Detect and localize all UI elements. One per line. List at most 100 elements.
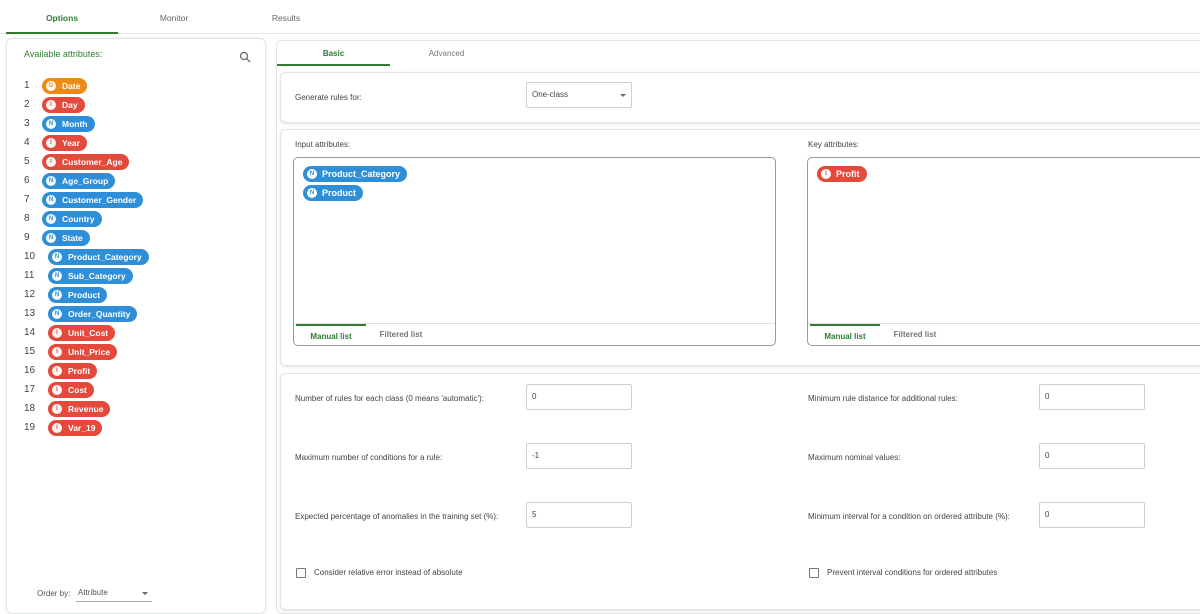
attribute-number: 12 bbox=[24, 289, 36, 300]
tab-results[interactable]: Results bbox=[230, 0, 342, 34]
attribute-pill[interactable]: N Sub_Category bbox=[48, 268, 133, 284]
available-attributes-title: Available attributes: bbox=[24, 49, 103, 59]
attribute-name: Customer_Gender bbox=[62, 195, 137, 205]
attribute-number: 6 bbox=[24, 175, 30, 186]
attribute-pill[interactable]: N Customer_Gender bbox=[42, 192, 144, 208]
attribute-row[interactable]: 3 N Month bbox=[7, 116, 257, 135]
type-badge-icon: N bbox=[46, 119, 56, 129]
attribute-name: Day bbox=[62, 100, 78, 110]
attribute-number: 1 bbox=[24, 80, 30, 91]
settings-panel: Basic Advanced Generate rules for: One-c… bbox=[276, 40, 1200, 614]
type-badge-icon: N bbox=[46, 195, 56, 205]
attribute-pill[interactable]: I Profit bbox=[48, 363, 98, 379]
key-attributes-list[interactable]: I Profit Manual list Filtered list bbox=[807, 157, 1200, 346]
attribute-row[interactable]: 17 I Cost bbox=[7, 382, 257, 401]
key-attributes-label: Key attributes: bbox=[808, 140, 860, 149]
min-rule-distance-input[interactable]: 0 bbox=[1039, 384, 1145, 410]
attribute-number: 13 bbox=[24, 308, 36, 319]
attribute-pill[interactable]: I Year bbox=[42, 135, 87, 151]
rules-per-class-input[interactable]: 0 bbox=[526, 384, 632, 410]
attribute-row[interactable]: 16 I Profit bbox=[7, 363, 257, 382]
order-by-label: Order by: bbox=[37, 589, 71, 598]
attribute-pill[interactable]: I Cost bbox=[48, 382, 94, 398]
attribute-row[interactable]: 13 N Order_Quantity bbox=[7, 306, 257, 325]
attribute-number: 8 bbox=[24, 213, 30, 224]
expected-anomalies-label: Expected percentage of anomalies in the … bbox=[295, 512, 499, 521]
expected-anomalies-input[interactable]: 5 bbox=[526, 502, 632, 528]
attribute-row[interactable]: 10 N Product_Category bbox=[7, 249, 257, 268]
search-icon[interactable] bbox=[239, 51, 251, 63]
min-interval-input[interactable]: 0 bbox=[1039, 502, 1145, 528]
tab-manual-list[interactable]: Manual list bbox=[296, 324, 366, 346]
type-badge-icon: I bbox=[46, 157, 56, 167]
nominal-type-icon: N bbox=[307, 188, 317, 198]
attribute-pill[interactable]: I Unit_Cost bbox=[48, 325, 116, 341]
relative-error-checkbox[interactable] bbox=[296, 568, 306, 578]
attribute-row[interactable]: 14 I Unit_Cost bbox=[7, 325, 257, 344]
type-badge-icon: I bbox=[52, 404, 62, 414]
attribute-name: Year bbox=[62, 138, 80, 148]
attribute-name: Age_Group bbox=[62, 176, 109, 186]
input-attr-pill[interactable]: N Product_Category bbox=[303, 166, 408, 182]
order-by-value: Attribute bbox=[78, 588, 108, 597]
attribute-pill[interactable]: I Revenue bbox=[48, 401, 111, 417]
attribute-pill[interactable]: N Country bbox=[42, 211, 102, 227]
max-nominal-input[interactable]: 0 bbox=[1039, 443, 1145, 469]
attribute-pill[interactable]: I Unit_Price bbox=[48, 344, 118, 360]
tab-options[interactable]: Options bbox=[6, 0, 118, 34]
attribute-name: Country bbox=[62, 214, 95, 224]
max-conditions-input[interactable]: -1 bbox=[526, 443, 632, 469]
attribute-pill[interactable]: I Var_19 bbox=[48, 420, 103, 436]
attribute-row[interactable]: 11 N Sub_Category bbox=[7, 268, 257, 287]
chevron-down-icon bbox=[142, 592, 148, 595]
attribute-pill[interactable]: N State bbox=[42, 230, 90, 246]
attribute-row[interactable]: 4 I Year bbox=[7, 135, 257, 154]
attribute-pill[interactable]: I Day bbox=[42, 97, 85, 113]
attribute-row[interactable]: 19 I Var_19 bbox=[7, 420, 257, 439]
tab-filtered-list[interactable]: Filtered list bbox=[366, 324, 436, 346]
attribute-pill[interactable]: N Order_Quantity bbox=[48, 306, 138, 322]
generate-rules-value: One-class bbox=[532, 90, 569, 99]
min-rule-distance-label: Minimum rule distance for additional rul… bbox=[808, 394, 958, 403]
tab-monitor[interactable]: Monitor bbox=[118, 0, 230, 34]
tab-advanced[interactable]: Advanced bbox=[390, 41, 503, 66]
attribute-number: 19 bbox=[24, 422, 36, 433]
type-badge-icon: N bbox=[46, 214, 56, 224]
prevent-interval-checkbox[interactable] bbox=[809, 568, 819, 578]
type-badge-icon: N bbox=[52, 309, 62, 319]
attribute-pill[interactable]: N Age_Group bbox=[42, 173, 116, 189]
attribute-pill[interactable]: N Product_Category bbox=[48, 249, 149, 265]
attribute-pill[interactable]: D Date bbox=[42, 78, 88, 94]
attribute-number: 17 bbox=[24, 384, 36, 395]
attribute-row[interactable]: 2 I Day bbox=[7, 97, 257, 116]
attribute-row[interactable]: 15 I Unit_Price bbox=[7, 344, 257, 363]
attribute-row[interactable]: 12 N Product bbox=[7, 287, 257, 306]
key-list-tabs: Manual list Filtered list bbox=[808, 323, 1200, 345]
attribute-pill[interactable]: N Product bbox=[48, 287, 108, 303]
input-list-tabs: Manual list Filtered list bbox=[294, 323, 775, 345]
input-attr-pill[interactable]: N Product bbox=[303, 185, 364, 201]
tab-filtered-list[interactable]: Filtered list bbox=[880, 324, 950, 346]
rules-per-class-label: Number of rules for each class (0 means … bbox=[295, 394, 484, 403]
key-attr-pill[interactable]: I Profit bbox=[817, 166, 867, 182]
attribute-row[interactable]: 8 N Country bbox=[7, 211, 257, 230]
attribute-pill[interactable]: N Month bbox=[42, 116, 95, 132]
attribute-name: Unit_Price bbox=[68, 347, 111, 357]
attribute-row[interactable]: 9 N State bbox=[7, 230, 257, 249]
attribute-row[interactable]: 1 D Date bbox=[7, 78, 257, 97]
attribute-row[interactable]: 7 N Customer_Gender bbox=[7, 192, 257, 211]
input-attributes-list[interactable]: N Product_Category N Product Manual list F… bbox=[293, 157, 776, 346]
attribute-row[interactable]: 18 I Revenue bbox=[7, 401, 257, 420]
attribute-name: Profit bbox=[68, 366, 91, 376]
attribute-row[interactable]: 5 I Customer_Age bbox=[7, 154, 257, 173]
attribute-pill[interactable]: I Customer_Age bbox=[42, 154, 130, 170]
integer-type-icon: I bbox=[821, 169, 831, 179]
generate-rules-select[interactable]: One-class bbox=[526, 82, 632, 108]
attribute-row[interactable]: 6 N Age_Group bbox=[7, 173, 257, 192]
order-by-select[interactable]: Attribute bbox=[76, 584, 152, 602]
tab-basic[interactable]: Basic bbox=[277, 41, 390, 66]
attribute-number: 5 bbox=[24, 156, 30, 167]
attribute-number: 7 bbox=[24, 194, 30, 205]
type-badge-icon: N bbox=[52, 271, 62, 281]
tab-manual-list[interactable]: Manual list bbox=[810, 324, 880, 346]
